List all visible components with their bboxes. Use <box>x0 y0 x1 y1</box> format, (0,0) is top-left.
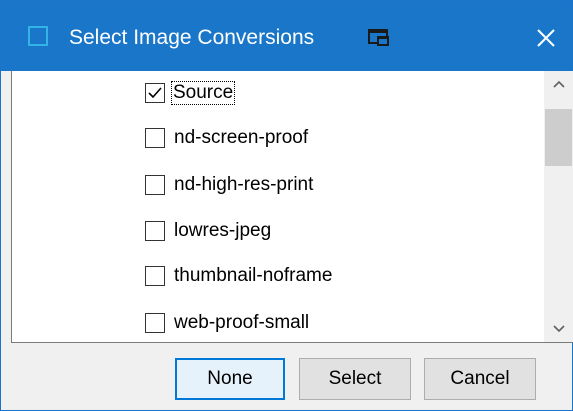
close-icon[interactable] <box>529 21 563 55</box>
list-item-thumbnail-noframe[interactable]: thumbnail-noframe <box>145 261 332 291</box>
cancel-button[interactable]: Cancel <box>424 358 536 400</box>
checkbox-lowres-jpeg[interactable] <box>145 221 165 241</box>
list-item-lowres-jpeg[interactable]: lowres-jpeg <box>145 216 271 246</box>
list-item-label: nd-high-res-print <box>174 174 314 195</box>
chevron-up-icon <box>552 80 565 88</box>
none-button[interactable]: None <box>175 358 285 400</box>
window-title: Select Image Conversions <box>69 26 315 49</box>
list-item-label: nd-screen-proof <box>174 127 309 148</box>
checkbox-web-proof-small[interactable] <box>145 313 165 333</box>
checkbox-thumbnail-noframe[interactable] <box>145 266 165 286</box>
checkbox-source[interactable] <box>145 83 165 103</box>
check-icon <box>148 87 162 99</box>
list-item-label: thumbnail-noframe <box>174 265 333 286</box>
vertical-scrollbar[interactable] <box>544 71 573 342</box>
scroll-up-button[interactable] <box>544 71 573 97</box>
checkbox-nd-high-res-print[interactable] <box>145 175 165 195</box>
list-item-nd-screen-proof[interactable]: nd-screen-proof <box>145 123 308 153</box>
list-item-label: web-proof-small <box>174 312 310 333</box>
list-item-nd-high-res-print[interactable]: nd-high-res-print <box>145 170 313 200</box>
list-item-label: Source <box>170 81 236 105</box>
conversions-list[interactable]: Source nd-screen-proof nd-high-res-print… <box>11 71 573 343</box>
chevron-down-icon <box>552 325 565 333</box>
select-button[interactable]: Select <box>299 358 411 400</box>
pin-window-icon[interactable] <box>368 29 390 47</box>
scroll-thumb[interactable] <box>545 109 572 166</box>
title-bar[interactable]: Select Image Conversions <box>1 1 572 71</box>
list-item-web-proof-small[interactable]: web-proof-small <box>145 308 309 338</box>
app-icon <box>28 26 48 46</box>
list-item-source[interactable]: Source <box>145 78 236 108</box>
checkbox-nd-screen-proof[interactable] <box>145 128 165 148</box>
scroll-down-button[interactable] <box>544 316 573 342</box>
list-item-label: lowres-jpeg <box>174 220 272 241</box>
select-image-conversions-dialog: Select Image Conversions Source nd-scree… <box>0 0 573 411</box>
